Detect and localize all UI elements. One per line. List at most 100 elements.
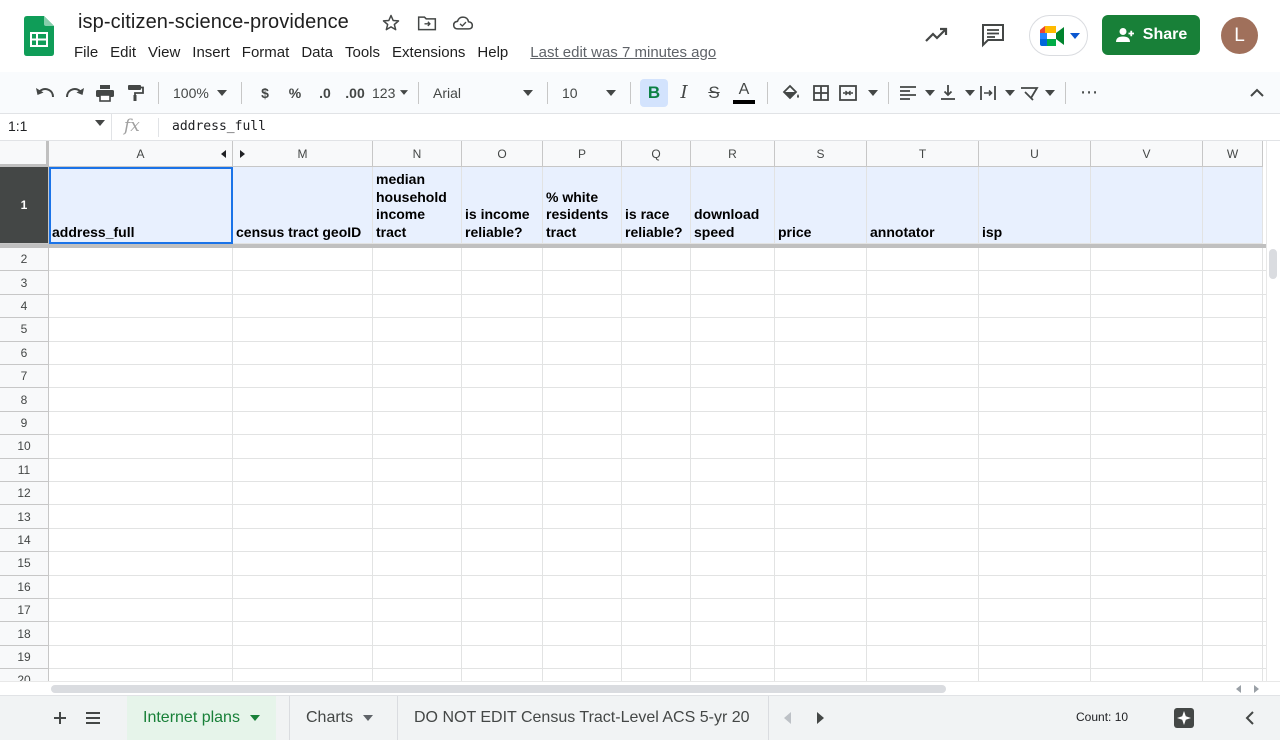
row-header-10[interactable]: 10: [0, 435, 49, 459]
row-header-11[interactable]: 11: [0, 458, 49, 482]
row-header-19[interactable]: 19: [0, 645, 49, 670]
chevron-down-icon[interactable]: [363, 715, 374, 721]
header-cell-v[interactable]: [1091, 167, 1203, 244]
fill-color-icon[interactable]: [777, 79, 805, 107]
header-cell-s[interactable]: price: [775, 167, 867, 244]
strikethrough-button[interactable]: S: [700, 79, 728, 107]
add-sheet-icon[interactable]: [48, 706, 72, 730]
menu-help[interactable]: Help: [471, 42, 514, 63]
row-header-18[interactable]: 18: [0, 622, 49, 646]
header-cell-u[interactable]: isp: [979, 167, 1091, 244]
print-icon[interactable]: [91, 79, 119, 107]
column-header-p[interactable]: P: [543, 141, 622, 167]
row-header-20[interactable]: 20: [0, 669, 49, 681]
decrease-decimal-button[interactable]: .0: [311, 79, 339, 107]
italic-button[interactable]: I: [670, 79, 698, 107]
row-header-2[interactable]: 2: [0, 248, 49, 272]
column-header-m[interactable]: M: [233, 141, 373, 167]
vertical-align-select[interactable]: [937, 79, 977, 107]
number-format-select[interactable]: 123: [370, 79, 410, 107]
text-color-button[interactable]: A: [730, 79, 758, 107]
sheet-tab-charts[interactable]: Charts: [290, 696, 389, 740]
side-panel-toggle-icon[interactable]: [1238, 706, 1262, 730]
row-header-5[interactable]: 5: [0, 318, 49, 342]
zoom-select[interactable]: 100%: [167, 79, 233, 107]
header-cell-n[interactable]: median household income tract: [373, 167, 462, 244]
row-header-9[interactable]: 9: [0, 411, 49, 436]
paint-format-icon[interactable]: [121, 79, 149, 107]
row-header-12[interactable]: 12: [0, 482, 49, 506]
menu-data[interactable]: Data: [295, 42, 339, 63]
row-header-16[interactable]: 16: [0, 575, 49, 599]
selection-count[interactable]: Count: 10: [1076, 710, 1128, 724]
vertical-scrollbar[interactable]: [1266, 141, 1280, 681]
column-header-o[interactable]: O: [462, 141, 543, 167]
all-sheets-icon[interactable]: [81, 706, 105, 730]
header-cell-w[interactable]: [1203, 167, 1263, 244]
document-title[interactable]: isp-citizen-science-providence: [78, 11, 349, 34]
row-header-14[interactable]: 14: [0, 528, 49, 553]
row-header-17[interactable]: 17: [0, 599, 49, 623]
menu-insert[interactable]: Insert: [186, 42, 236, 63]
row-header-3[interactable]: 3: [0, 271, 49, 295]
meet-button[interactable]: [1029, 15, 1088, 56]
menu-tools[interactable]: Tools: [339, 42, 386, 63]
row-header-6[interactable]: 6: [0, 341, 49, 365]
more-options-icon[interactable]: ⋯: [1075, 79, 1103, 107]
column-header-w[interactable]: W: [1203, 141, 1263, 167]
scroll-left-icon[interactable]: [1235, 685, 1243, 693]
name-box[interactable]: 1:1: [0, 114, 112, 140]
horizontal-align-select[interactable]: [897, 79, 937, 107]
sheets-logo-icon[interactable]: [24, 16, 54, 56]
last-edit-link[interactable]: Last edit was 7 minutes ago: [526, 42, 720, 63]
menu-file[interactable]: File: [68, 42, 104, 63]
header-cell-t[interactable]: annotator: [867, 167, 979, 244]
column-header-v[interactable]: V: [1091, 141, 1203, 167]
comment-history-icon[interactable]: [980, 22, 1006, 48]
borders-icon[interactable]: [807, 79, 835, 107]
column-header-a[interactable]: A: [49, 141, 233, 167]
select-all-corner[interactable]: [0, 141, 49, 167]
vertical-scroll-thumb[interactable]: [1269, 249, 1277, 279]
percent-format-button[interactable]: %: [281, 79, 309, 107]
increase-decimal-button[interactable]: .00: [341, 79, 369, 107]
header-cell-p[interactable]: % white residents tract: [543, 167, 622, 244]
undo-icon[interactable]: [31, 79, 59, 107]
redo-icon[interactable]: [61, 79, 89, 107]
column-header-u[interactable]: U: [979, 141, 1091, 167]
menu-extensions[interactable]: Extensions: [386, 42, 471, 63]
column-header-q[interactable]: Q: [622, 141, 691, 167]
avatar[interactable]: L: [1221, 17, 1258, 54]
header-cell-m[interactable]: census tract geoID: [233, 167, 373, 244]
scroll-tabs-right-icon[interactable]: [808, 706, 832, 730]
sheet-tab-census[interactable]: DO NOT EDIT Census Tract-Level ACS 5-yr …: [398, 696, 768, 740]
column-header-n[interactable]: N: [373, 141, 462, 167]
menu-view[interactable]: View: [142, 42, 186, 63]
column-header-s[interactable]: S: [775, 141, 867, 167]
header-cell-r[interactable]: download speed: [691, 167, 775, 244]
column-header-t[interactable]: T: [867, 141, 979, 167]
formula-input[interactable]: address_full: [172, 119, 266, 134]
text-wrap-select[interactable]: [977, 79, 1017, 107]
hidden-columns-right-arrow-icon[interactable]: [240, 150, 245, 158]
header-cell-a[interactable]: address_full: [49, 167, 233, 244]
merge-cells-select[interactable]: [836, 79, 880, 107]
cloud-status-icon[interactable]: [452, 12, 474, 34]
row-header-1[interactable]: 1: [0, 167, 49, 244]
header-cell-o[interactable]: is income reliable?: [462, 167, 543, 244]
font-select[interactable]: Arial: [427, 79, 539, 107]
bold-button[interactable]: B: [640, 78, 668, 107]
move-folder-icon[interactable]: [416, 12, 438, 34]
horizontal-scrollbar[interactable]: [0, 681, 1280, 695]
row-header-15[interactable]: 15: [0, 552, 49, 576]
horizontal-scroll-thumb[interactable]: [51, 685, 946, 693]
text-rotation-select[interactable]: [1017, 79, 1057, 107]
row-header-4[interactable]: 4: [0, 294, 49, 319]
header-cell-q[interactable]: is race reliable?: [622, 167, 691, 244]
chevron-up-icon[interactable]: [1246, 82, 1268, 104]
currency-format-button[interactable]: $: [251, 79, 279, 107]
menu-format[interactable]: Format: [236, 42, 296, 63]
hidden-columns-left-arrow-icon[interactable]: [221, 150, 226, 158]
row-header-13[interactable]: 13: [0, 505, 49, 529]
star-icon[interactable]: [380, 12, 402, 34]
